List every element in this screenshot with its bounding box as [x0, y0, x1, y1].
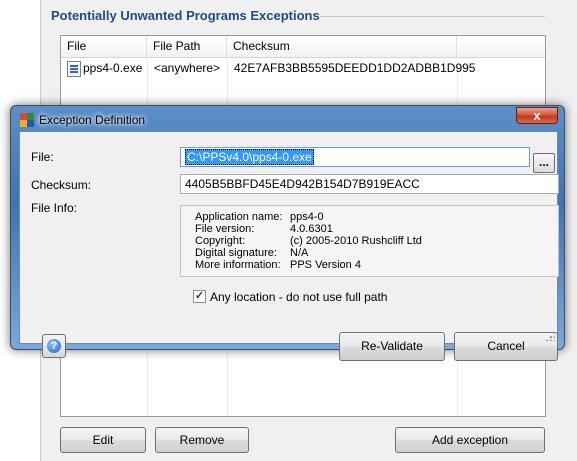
row-file-path: <anywhere>	[154, 61, 221, 75]
close-button[interactable]: x	[516, 107, 558, 124]
column-header-file[interactable]: File	[61, 36, 147, 57]
file-info-label: File Info:	[31, 201, 78, 215]
file-path-field[interactable]: C:\PPSv4.0\pps4-0.exe	[180, 147, 530, 167]
info-key: Digital signature:	[195, 247, 277, 259]
file-info-box: Application name: pps4-0 File version: 4…	[180, 205, 559, 277]
executable-file-icon	[67, 61, 81, 77]
dialog-title: Exception Definition	[39, 113, 146, 127]
info-key: File version:	[195, 223, 255, 235]
list-header: File File Path Checksum	[61, 36, 545, 58]
info-key: More information:	[195, 259, 281, 271]
info-value: N/A	[290, 247, 309, 259]
row-file-name: pps4-0.exe	[83, 61, 143, 75]
group-title: Potentially Unwanted Programs Exceptions	[51, 8, 320, 23]
file-path-value: C:\PPSv4.0\pps4-0.exe	[185, 149, 314, 165]
info-value: pps4-0	[290, 211, 324, 223]
info-key: Application name:	[195, 211, 283, 223]
row-checksum: 42E7AFB3BB5595DEEDD1DD2ADBB1D995	[234, 61, 476, 75]
checksum-label: Checksum:	[31, 178, 92, 192]
dialog-body: File: C:\PPSv4.0\pps4-0.exe ... Checksum…	[19, 131, 559, 361]
add-exception-button[interactable]: Add exception	[395, 427, 545, 453]
file-label: File:	[31, 150, 54, 164]
help-button[interactable]: ?	[42, 334, 66, 358]
exception-definition-dialog: Exception Definition x File: C:\PPSv4.0\…	[10, 105, 565, 361]
any-location-checkbox[interactable]: ✓	[193, 290, 206, 303]
info-value: (c) 2005-2010 Rushcliff Ltd	[290, 235, 422, 247]
checksum-field[interactable]: 4405B5BBFD45E4D942B154D7B919EACC	[180, 174, 559, 194]
info-value: 4.0.6301	[290, 223, 333, 235]
help-icon: ?	[47, 339, 61, 353]
app-logo-icon	[20, 113, 34, 127]
info-value: PPS Version 4	[290, 259, 361, 271]
table-row[interactable]: pps4-0.exe <anywhere> 42E7AFB3BB5595DEED…	[61, 58, 475, 79]
remove-button[interactable]: Remove	[155, 427, 249, 453]
revalidate-button[interactable]: Re-Validate	[339, 332, 445, 361]
column-header-file-path[interactable]: File Path	[147, 36, 227, 57]
cancel-button[interactable]: Cancel	[454, 332, 558, 361]
group-divider	[320, 16, 545, 17]
edit-button[interactable]: Edit	[60, 427, 146, 453]
any-location-label[interactable]: Any location - do not use full path	[210, 290, 387, 304]
browse-button[interactable]: ...	[533, 153, 555, 173]
column-header-checksum[interactable]: Checksum	[227, 36, 457, 57]
info-key: Copyright:	[195, 235, 246, 247]
